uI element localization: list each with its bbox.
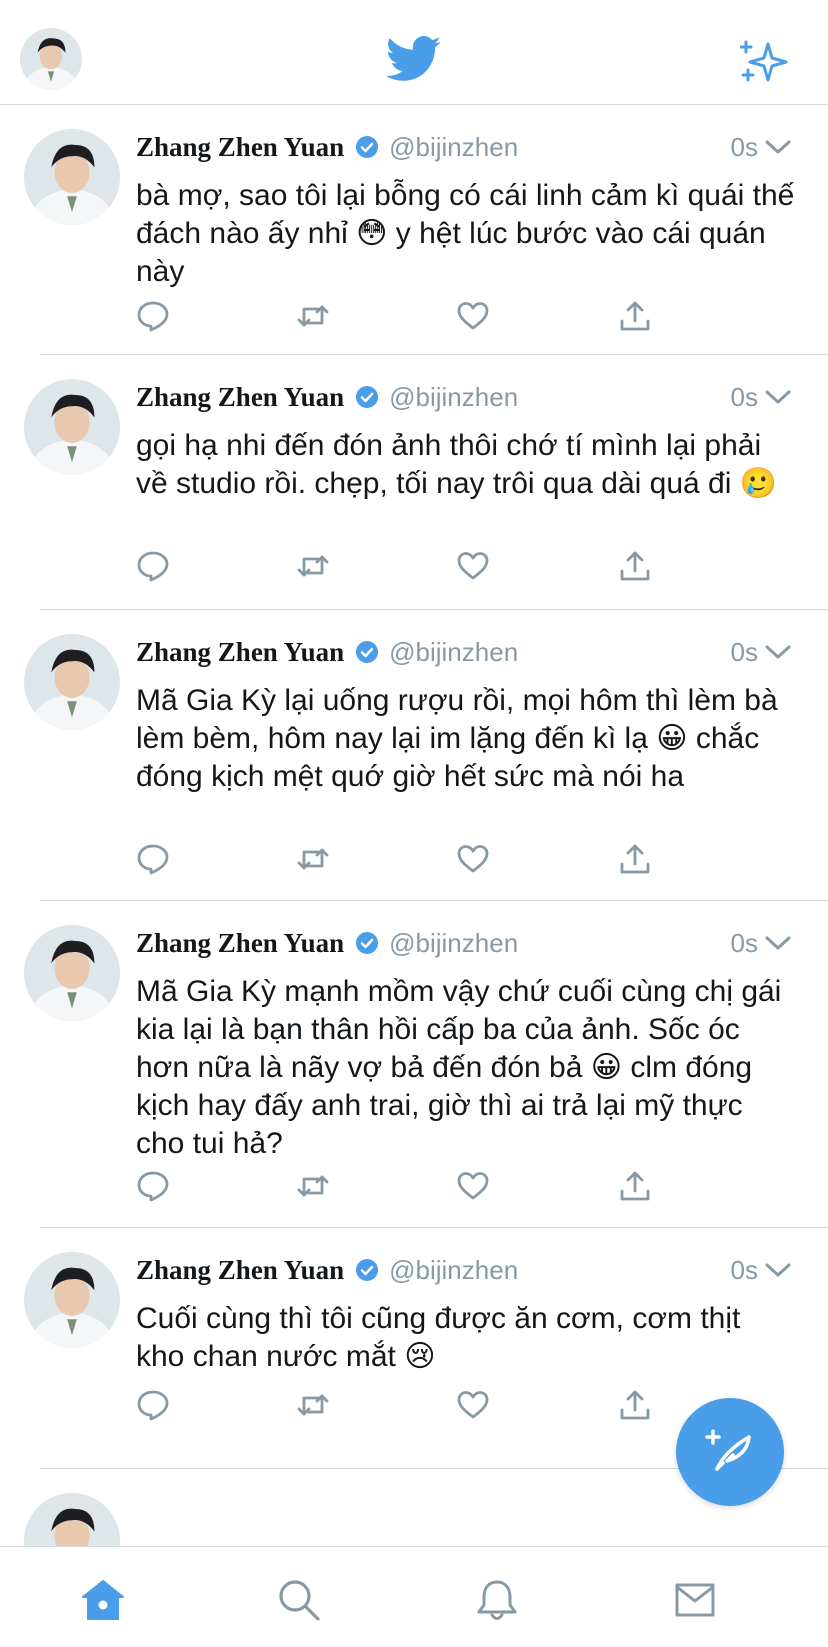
sparkle-icon[interactable]	[739, 38, 790, 86]
compose-feather-icon	[705, 1429, 751, 1471]
home-icon[interactable]	[80, 1577, 126, 1623]
tweet-timestamp: 0s	[730, 131, 758, 162]
tweet-avatar[interactable]	[24, 634, 120, 730]
chevron-down-icon[interactable]	[764, 1260, 792, 1280]
author-handle[interactable]: @bijinzhen	[389, 382, 518, 413]
tweet-text: Mã Gia Kỳ lại uống rượu rồi, mọi hôm thì…	[136, 684, 787, 793]
tweet[interactable]: Zhang Zhen Yuan @bijinzhen 0s bà mợ, sao…	[24, 105, 828, 355]
tweet-avatar[interactable]	[24, 1252, 120, 1348]
like-icon[interactable]	[456, 299, 490, 333]
like-icon[interactable]	[456, 549, 490, 583]
share-icon[interactable]	[618, 1388, 652, 1422]
author-name[interactable]: Zhang Zhen Yuan	[136, 928, 344, 959]
reply-icon[interactable]	[136, 299, 170, 333]
tweet-actions	[136, 549, 696, 589]
tweet[interactable]: Zhang Zhen Yuan @bijinzhen 0s Mã Gia Kỳ …	[24, 610, 828, 901]
verified-badge-icon	[356, 932, 379, 954]
tweet[interactable]: Zhang Zhen Yuan @bijinzhen 0s gọi hạ nhi…	[24, 355, 828, 610]
tweet-actions	[136, 299, 696, 339]
twitter-bird-icon	[385, 36, 442, 86]
share-icon[interactable]	[618, 549, 652, 583]
author-handle[interactable]: @bijinzhen	[389, 1255, 518, 1286]
verified-badge-icon	[356, 136, 379, 158]
tweet[interactable]: Zhang Zhen Yuan @bijinzhen 0s Mã Gia Kỳ …	[24, 901, 828, 1228]
like-icon[interactable]	[456, 1169, 490, 1203]
tweet-text: Mã Gia Kỳ mạnh mồm vậy chứ cuối cùng chị…	[136, 975, 790, 1160]
retweet-icon[interactable]	[296, 842, 330, 876]
verified-badge-icon	[356, 1259, 379, 1281]
share-icon[interactable]	[618, 842, 652, 876]
tweet-text: Cuối cùng thì tôi cũng được ăn cơm, cơm …	[136, 1302, 749, 1373]
author-handle[interactable]: @bijinzhen	[389, 928, 518, 959]
tweet-text: gọi hạ nhi đến đón ảnh thôi chớ tí mình …	[136, 429, 778, 500]
tweet-avatar[interactable]	[24, 925, 120, 1021]
chevron-down-icon[interactable]	[764, 137, 792, 157]
notifications-icon[interactable]	[474, 1577, 520, 1623]
retweet-icon[interactable]	[296, 549, 330, 583]
author-name[interactable]: Zhang Zhen Yuan	[136, 382, 344, 413]
tweet-header: Zhang Zhen Yuan @bijinzhen 0s	[136, 632, 796, 672]
reply-icon[interactable]	[136, 549, 170, 583]
like-icon[interactable]	[456, 842, 490, 876]
tweet-avatar[interactable]	[24, 129, 120, 225]
compose-tweet-button[interactable]	[676, 1398, 784, 1506]
author-name[interactable]: Zhang Zhen Yuan	[136, 1255, 344, 1286]
top-app-bar	[0, 0, 828, 105]
like-icon[interactable]	[456, 1388, 490, 1422]
bottom-tab-bar	[0, 1546, 828, 1647]
search-icon[interactable]	[276, 1577, 322, 1623]
tweet-timestamp: 0s	[730, 636, 758, 667]
chevron-down-icon[interactable]	[764, 933, 792, 953]
tweet-avatar[interactable]	[24, 379, 120, 475]
reply-icon[interactable]	[136, 1169, 170, 1203]
reply-icon[interactable]	[136, 1388, 170, 1422]
author-name[interactable]: Zhang Zhen Yuan	[136, 132, 344, 163]
tweet-actions	[136, 842, 696, 882]
tweet-timestamp: 0s	[730, 927, 758, 958]
share-icon[interactable]	[618, 1169, 652, 1203]
reply-icon[interactable]	[136, 842, 170, 876]
retweet-icon[interactable]	[296, 1169, 330, 1203]
verified-badge-icon	[356, 641, 379, 663]
timeline: Zhang Zhen Yuan @bijinzhen 0s bà mợ, sao…	[0, 105, 828, 1589]
author-name[interactable]: Zhang Zhen Yuan	[136, 637, 344, 668]
tweet-header: Zhang Zhen Yuan @bijinzhen 0s	[136, 377, 796, 417]
author-handle[interactable]: @bijinzhen	[389, 637, 518, 668]
tweet-header: Zhang Zhen Yuan @bijinzhen 0s	[136, 923, 796, 963]
chevron-down-icon[interactable]	[764, 642, 792, 662]
share-icon[interactable]	[618, 299, 652, 333]
messages-icon[interactable]	[672, 1577, 718, 1623]
tweet-header: Zhang Zhen Yuan @bijinzhen 0s	[136, 1250, 796, 1290]
profile-avatar[interactable]	[20, 28, 82, 90]
author-handle[interactable]: @bijinzhen	[389, 132, 518, 163]
tweet-actions	[136, 1169, 696, 1209]
tweet-text: bà mợ, sao tôi lại bỗng có cái linh cảm …	[136, 179, 803, 288]
chevron-down-icon[interactable]	[764, 387, 792, 407]
tweet-timestamp: 0s	[730, 1254, 758, 1285]
tweet-timestamp: 0s	[730, 381, 758, 412]
tweet-header: Zhang Zhen Yuan @bijinzhen 0s	[136, 127, 796, 167]
retweet-icon[interactable]	[296, 1388, 330, 1422]
verified-badge-icon	[356, 386, 379, 408]
tweet-actions	[136, 1388, 696, 1428]
retweet-icon[interactable]	[296, 299, 330, 333]
